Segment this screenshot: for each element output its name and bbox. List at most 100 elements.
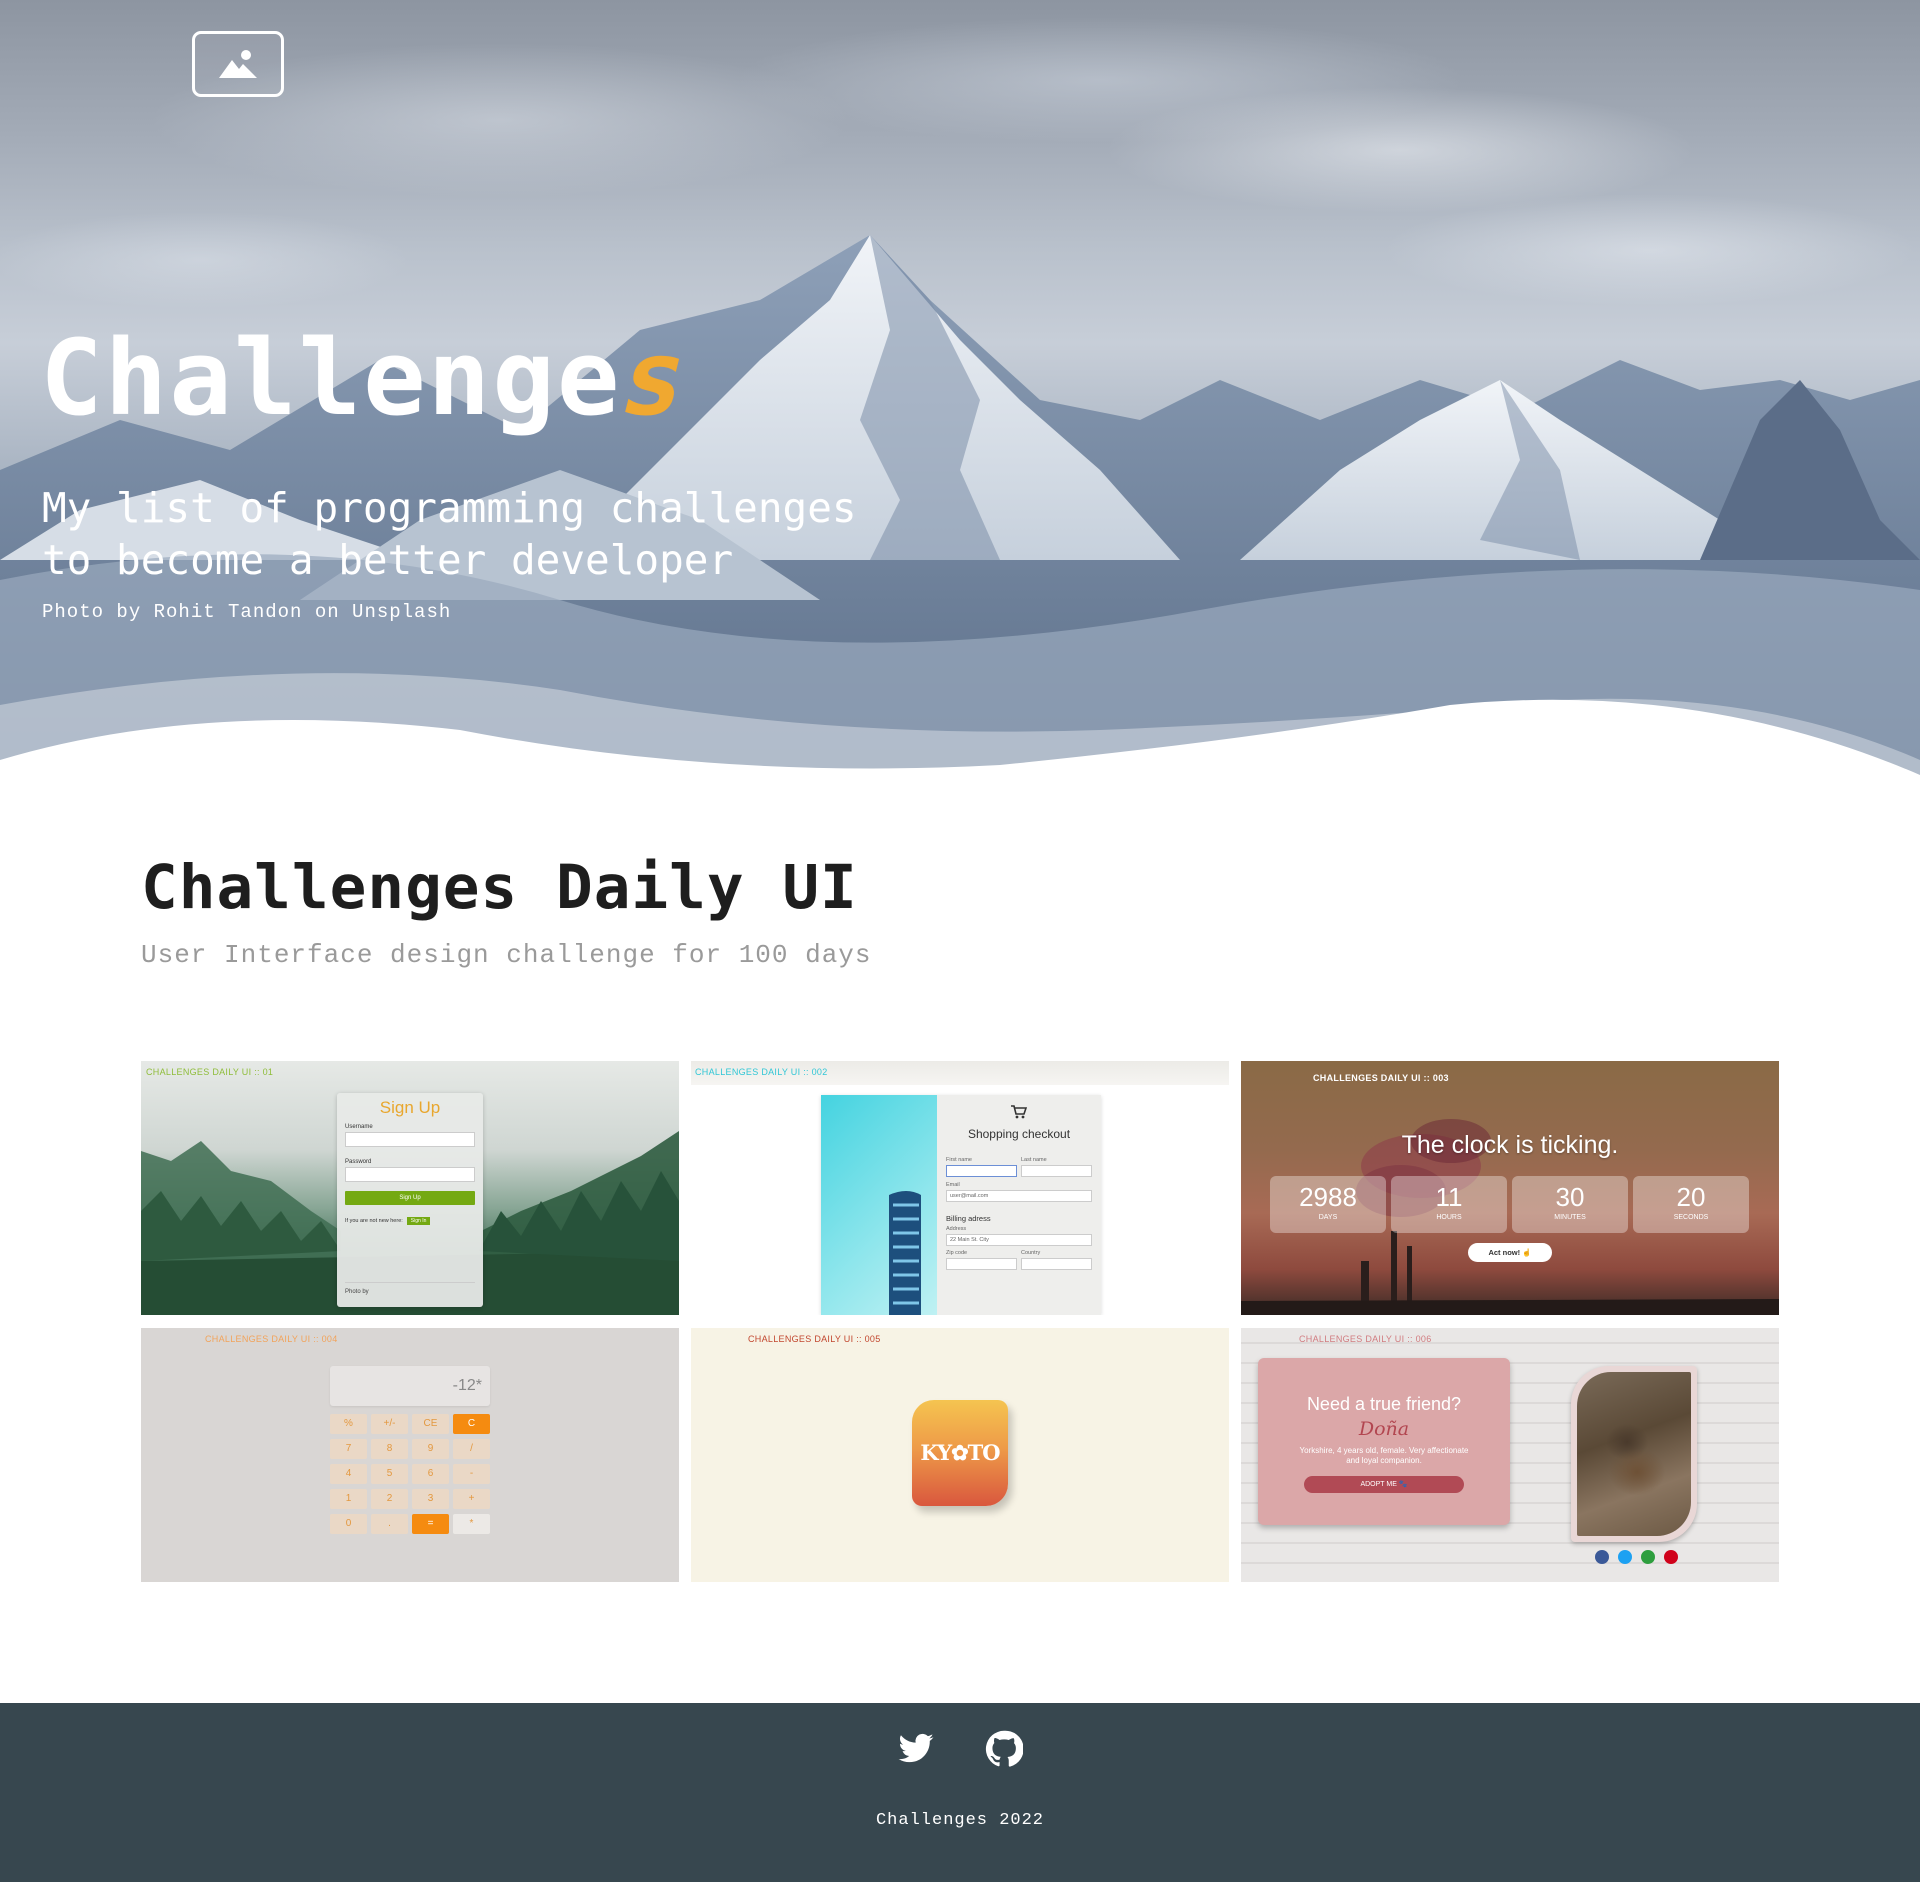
calculator-key[interactable]: CE bbox=[412, 1414, 449, 1434]
email-input[interactable]: user@mail.com bbox=[946, 1190, 1092, 1202]
kyoto-logo: KY✿TO bbox=[912, 1400, 1008, 1506]
countdown-value: 11 bbox=[1435, 1182, 1463, 1212]
last-name-label: Last name bbox=[1021, 1157, 1047, 1163]
calculator-key[interactable]: = bbox=[412, 1514, 449, 1534]
calculator-key[interactable]: 7 bbox=[330, 1439, 367, 1459]
first-name-label: First name bbox=[946, 1157, 972, 1163]
challenge-card-02[interactable]: CHALLENGES DAILY UI :: 002 Shopping chec… bbox=[691, 1061, 1229, 1315]
checkout-form: Shopping checkout First name Last name E… bbox=[937, 1095, 1101, 1315]
zip-label: Zip code bbox=[946, 1250, 968, 1256]
calculator-key[interactable]: 2 bbox=[371, 1489, 408, 1509]
act-now-label: Act now! bbox=[1488, 1248, 1521, 1257]
calculator-key[interactable]: 8 bbox=[371, 1439, 408, 1459]
challenge-card-06[interactable]: CHALLENGES DAILY UI :: 006 Need a true f… bbox=[1241, 1328, 1779, 1582]
countdown-value: 20 bbox=[1676, 1182, 1706, 1212]
brand-logo[interactable] bbox=[192, 31, 284, 97]
social-share-button[interactable] bbox=[1641, 1550, 1655, 1564]
pet-description: Yorkshire, 4 years old, female. Very aff… bbox=[1299, 1446, 1469, 1465]
password-input[interactable] bbox=[345, 1167, 475, 1182]
countdown-value: 2988 bbox=[1299, 1182, 1357, 1212]
signin-button[interactable]: Sign In bbox=[406, 1217, 431, 1225]
country-label: Country bbox=[1021, 1250, 1041, 1256]
countdown-boxes: 2988 DAYS 11 HOURS 30 MINUTES 20 SECONDS bbox=[1270, 1176, 1749, 1233]
zip-input[interactable] bbox=[946, 1258, 1017, 1270]
social-share-button[interactable] bbox=[1618, 1550, 1632, 1564]
dog-photo-frame bbox=[1571, 1366, 1697, 1542]
calculator-key[interactable]: 3 bbox=[412, 1489, 449, 1509]
first-name-input[interactable] bbox=[946, 1165, 1017, 1177]
checkout-panel: Shopping checkout First name Last name E… bbox=[821, 1095, 1101, 1315]
adopt-me-label: ADOPT ME bbox=[1360, 1481, 1397, 1488]
challenge-card-05[interactable]: CHALLENGES DAILY UI :: 005 KY✿TO bbox=[691, 1328, 1229, 1582]
email-label: Email bbox=[946, 1182, 960, 1188]
github-icon[interactable] bbox=[985, 1730, 1024, 1768]
challenge-card-04[interactable]: CHALLENGES DAILY UI :: 004 -12* % +/- CE C 7… bbox=[141, 1328, 679, 1582]
password-label: Password bbox=[345, 1159, 372, 1165]
card-tag: CHALLENGES DAILY UI :: 002 bbox=[695, 1067, 828, 1077]
adoption-question: Need a true friend? bbox=[1306, 1394, 1462, 1414]
calculator-key[interactable]: 4 bbox=[330, 1464, 367, 1484]
section-subtitle: User Interface design challenge for 100 … bbox=[141, 940, 872, 970]
social-share-button[interactable] bbox=[1595, 1550, 1609, 1564]
adopt-me-button[interactable]: ADOPT ME 🐾 bbox=[1304, 1476, 1464, 1493]
section-title: Challenges Daily UI bbox=[141, 852, 858, 923]
image-icon bbox=[219, 50, 257, 78]
footer: Challenges 2022 bbox=[0, 1703, 1920, 1882]
calculator: -12* % +/- CE C 7 8 9/ 4 5 6- 1 2 3 +0. = * bbox=[330, 1366, 490, 1540]
address-label: Address bbox=[946, 1226, 967, 1232]
calculator-key[interactable]: / bbox=[453, 1439, 490, 1459]
calculator-key[interactable]: +/- bbox=[371, 1414, 408, 1434]
checkout-heading: Shopping checkout bbox=[967, 1127, 1071, 1141]
photo-credit: Photo by Rohit Tandon on Unsplash bbox=[42, 601, 452, 623]
calculator-key[interactable]: * bbox=[453, 1514, 490, 1534]
calculator-key[interactable]: - bbox=[453, 1464, 490, 1484]
signup-button[interactable]: Sign Up bbox=[345, 1191, 475, 1205]
country-input[interactable] bbox=[1021, 1258, 1092, 1270]
calculator-key[interactable]: % bbox=[330, 1414, 367, 1434]
countdown-label: DAYS bbox=[1318, 1214, 1338, 1221]
card-tag: CHALLENGES DAILY UI :: 003 bbox=[1313, 1073, 1449, 1083]
act-now-button[interactable]: Act now! ☝ bbox=[1468, 1243, 1552, 1262]
challenge-card-01[interactable]: CHALLENGES DAILY UI :: 01 Sign Up Userna… bbox=[141, 1061, 679, 1315]
card-tag: CHALLENGES DAILY UI :: 004 bbox=[205, 1334, 338, 1344]
billing-heading: Billing adress bbox=[946, 1214, 991, 1223]
twitter-icon[interactable] bbox=[897, 1730, 935, 1768]
building-graphic bbox=[889, 1191, 921, 1315]
countdown-box-minutes: 30 MINUTES bbox=[1512, 1176, 1628, 1233]
hero-title-main: Challenge bbox=[40, 317, 622, 439]
cart-icon bbox=[1011, 1105, 1027, 1119]
zip-row: Zip code Country bbox=[946, 1250, 1092, 1270]
calculator-key[interactable]: 6 bbox=[412, 1464, 449, 1484]
photo-credit-small: Photo by bbox=[345, 1282, 475, 1295]
calculator-keys: % +/- CE C 7 8 9/ 4 5 6- 1 2 3 +0. = * bbox=[330, 1414, 490, 1534]
last-name-input[interactable] bbox=[1021, 1165, 1092, 1177]
pet-name: Doña bbox=[1358, 1418, 1410, 1440]
pointer-icon: ☝ bbox=[1522, 1248, 1532, 1257]
name-row: First name Last name bbox=[946, 1157, 1092, 1177]
countdown-label: HOURS bbox=[1436, 1214, 1462, 1221]
countdown-heading: The clock is ticking. bbox=[1401, 1131, 1619, 1159]
calculator-key[interactable]: 0 bbox=[330, 1514, 367, 1534]
calculator-display: -12* bbox=[330, 1366, 490, 1406]
challenge-card-03[interactable]: CHALLENGES DAILY UI :: 003 The clock is … bbox=[1241, 1061, 1779, 1315]
calculator-key[interactable]: 5 bbox=[371, 1464, 408, 1484]
username-input[interactable] bbox=[345, 1132, 475, 1147]
signin-row: If you are not new here: Sign In bbox=[345, 1217, 475, 1225]
hero-subtitle: My list of programming challenges to bec… bbox=[42, 484, 857, 584]
social-buttons bbox=[1595, 1550, 1678, 1564]
footer-icons bbox=[0, 1730, 1920, 1768]
calculator-key[interactable]: + bbox=[453, 1489, 490, 1509]
countdown-box-seconds: 20 SECONDS bbox=[1633, 1176, 1749, 1233]
challenge-grid: CHALLENGES DAILY UI :: 01 Sign Up Userna… bbox=[141, 1061, 1779, 1583]
username-label: Username bbox=[345, 1124, 373, 1130]
copyright: Challenges 2022 bbox=[875, 1811, 1045, 1830]
calculator-key[interactable]: . bbox=[371, 1514, 408, 1534]
paw-icon: 🐾 bbox=[1398, 1481, 1408, 1488]
hero: Challenges My list of programming challe… bbox=[0, 0, 1920, 780]
calculator-key[interactable]: 9 bbox=[412, 1439, 449, 1459]
calculator-key[interactable]: 1 bbox=[330, 1489, 367, 1509]
dog-photo bbox=[1577, 1372, 1691, 1536]
social-share-button[interactable] bbox=[1664, 1550, 1678, 1564]
calculator-key[interactable]: C bbox=[453, 1414, 490, 1434]
address-input[interactable]: 22 Main St. City bbox=[946, 1234, 1092, 1246]
